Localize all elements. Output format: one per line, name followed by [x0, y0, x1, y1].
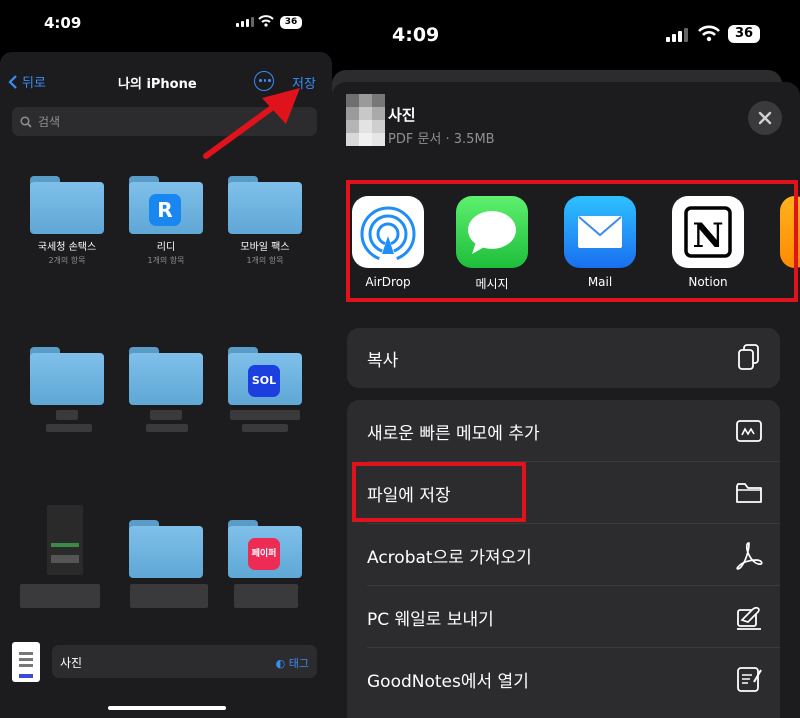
- action-label: GoodNotes에서 열기: [367, 672, 529, 692]
- status-bar: 4:09 36: [0, 0, 332, 46]
- ridi-app-icon: R: [149, 194, 181, 226]
- acrobat-icon: [736, 542, 763, 570]
- tag-label: 태그: [288, 657, 309, 670]
- folder-item[interactable]: [129, 520, 203, 578]
- file-name: 사진: [60, 656, 83, 670]
- copy-action-group: 복사: [347, 328, 780, 388]
- sol-app-icon: SOL: [248, 365, 280, 397]
- blurred-label: [150, 410, 182, 420]
- whale-icon: [737, 606, 761, 630]
- files-save-screen: 4:09 36 뒤로 나의 iPhone 저장 검색 국세청 손택스 2개의 항…: [0, 0, 332, 718]
- screenshot-stage: 4:09 36 뒤로 나의 iPhone 저장 검색 국세청 손택스 2개의 항…: [0, 0, 800, 718]
- home-indicator: [108, 706, 226, 710]
- file-preview-thumbnail: [346, 94, 386, 148]
- tag-button[interactable]: ◐ 태그: [276, 655, 309, 671]
- folder-paper[interactable]: 페이퍼: [228, 520, 302, 578]
- blurred-label: [230, 410, 300, 420]
- file-name-field[interactable]: 사진 ◐ 태그: [52, 645, 317, 678]
- folder-name: 국세청 손택스: [37, 242, 97, 253]
- action-row-goodnotes[interactable]: GoodNotes에서 열기: [347, 648, 780, 710]
- goodnotes-icon: [737, 667, 762, 692]
- back-label: 뒤로: [22, 76, 46, 91]
- action-label: PC 웨일로 보내기: [367, 610, 494, 630]
- red-arrow-annotation: [203, 88, 300, 159]
- action-row-whale[interactable]: PC 웨일로 보내기: [347, 586, 780, 648]
- blurred-label: [46, 424, 92, 432]
- folder-ridi[interactable]: R: [129, 176, 203, 234]
- folder-name: 리디: [156, 242, 176, 253]
- save-to-files-highlight-box: [352, 462, 526, 522]
- folder-hometax[interactable]: [30, 176, 104, 234]
- blurred-label: [234, 584, 298, 608]
- chevron-left-icon: [8, 74, 17, 89]
- battery-icon: 36: [728, 25, 760, 43]
- copy-icon: [738, 344, 759, 370]
- blurred-label: [20, 584, 100, 608]
- back-button[interactable]: 뒤로: [8, 72, 46, 91]
- action-row-quick-note[interactable]: 새로운 빠른 메모에 추가: [347, 400, 780, 462]
- paper-app-icon: 페이퍼: [248, 538, 280, 570]
- search-placeholder: 검색: [38, 115, 61, 129]
- blurred-label: [56, 410, 78, 420]
- status-bar: 4:09 36: [332, 0, 800, 56]
- action-label: 복사: [367, 351, 399, 371]
- action-row-copy[interactable]: 복사: [347, 328, 780, 388]
- folder-mobile-fax[interactable]: [228, 176, 302, 234]
- cellular-signal-icon: [236, 17, 254, 27]
- folder-count: 2개의 항목: [48, 256, 86, 265]
- wifi-icon: [698, 25, 720, 42]
- close-icon: [758, 111, 772, 125]
- folder-sol[interactable]: SOL: [228, 347, 302, 405]
- folder-item[interactable]: [129, 347, 203, 405]
- folder-count: 1개의 항목: [246, 256, 284, 265]
- status-time: 4:09: [44, 14, 82, 32]
- quick-note-icon: [736, 420, 762, 442]
- blurred-label: [242, 424, 288, 432]
- close-button[interactable]: [748, 101, 782, 135]
- file-thumbnail: [12, 642, 40, 682]
- blurred-label: [130, 584, 208, 608]
- actions-group: 새로운 빠른 메모에 추가 파일에 저장 Acrobat으로 가져오기 PC 웨…: [347, 400, 780, 718]
- status-time: 4:09: [392, 24, 440, 46]
- share-sheet-screen: 4:09 36 사진 PDF 문서 · 3.5MB AirDrop 메시지 Ma…: [332, 0, 800, 718]
- folder-item[interactable]: [30, 347, 104, 405]
- folder-icon: [736, 483, 762, 503]
- blurred-label: [146, 424, 188, 432]
- file-subtitle: PDF 문서 · 3.5MB: [388, 132, 495, 147]
- search-icon: [20, 115, 32, 128]
- action-label: Acrobat으로 가져오기: [367, 548, 532, 568]
- apps-highlight-box: [346, 180, 798, 302]
- file-title: 사진: [388, 106, 416, 124]
- location-title: 나의 iPhone: [118, 77, 197, 92]
- action-label: 새로운 빠른 메모에 추가: [367, 424, 540, 444]
- folder-name: 모바일 팩스: [240, 242, 290, 253]
- folder-count: 1개의 항목: [147, 256, 185, 265]
- document-thumbnail[interactable]: [47, 505, 83, 575]
- battery-icon: 36: [280, 16, 302, 29]
- action-row-acrobat[interactable]: Acrobat으로 가져오기: [347, 524, 780, 586]
- wifi-icon: [258, 15, 274, 27]
- cellular-signal-icon: [666, 28, 688, 42]
